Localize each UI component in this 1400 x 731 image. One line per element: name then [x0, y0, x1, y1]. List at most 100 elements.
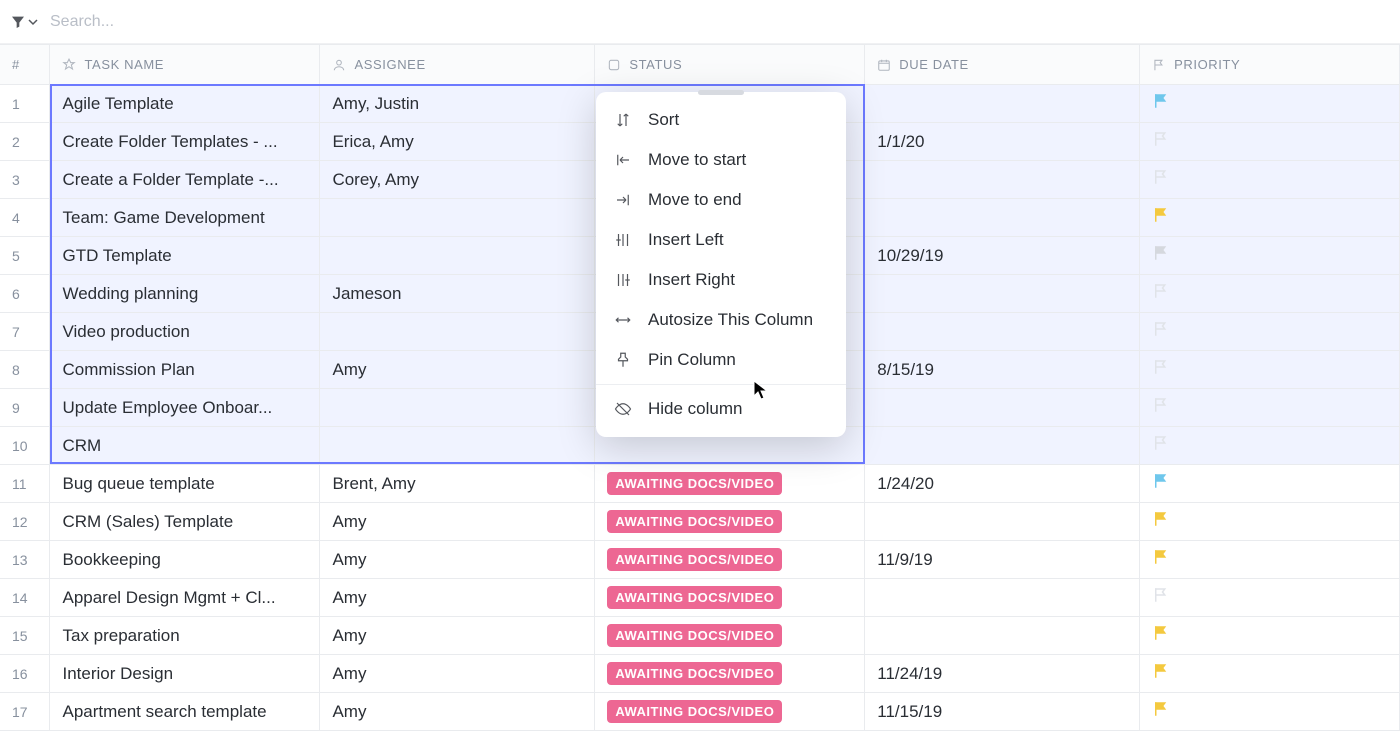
- cell-priority[interactable]: [1140, 275, 1400, 313]
- cell-due[interactable]: 11/24/19: [865, 655, 1140, 693]
- cell-due[interactable]: [865, 313, 1140, 351]
- menu-sort[interactable]: Sort: [596, 100, 846, 140]
- cell-due[interactable]: [865, 161, 1140, 199]
- cell-assignee[interactable]: [320, 313, 595, 351]
- header-assignee[interactable]: ASSIGNEE: [320, 45, 595, 85]
- cell-priority[interactable]: [1140, 541, 1400, 579]
- cell-task[interactable]: Agile Template: [50, 85, 320, 123]
- cell-task[interactable]: Apparel Design Mgmt + Cl...: [50, 579, 320, 617]
- table-row[interactable]: 11 Bug queue template Brent, Amy AWAITIN…: [0, 465, 1400, 503]
- priority-flag-icon[interactable]: [1152, 700, 1170, 718]
- cell-priority[interactable]: [1140, 123, 1400, 161]
- cell-priority[interactable]: [1140, 427, 1400, 465]
- cell-task[interactable]: Interior Design: [50, 655, 320, 693]
- cell-due[interactable]: 8/15/19: [865, 351, 1140, 389]
- cell-due[interactable]: 1/24/20: [865, 465, 1140, 503]
- table-row[interactable]: 14 Apparel Design Mgmt + Cl... Amy AWAIT…: [0, 579, 1400, 617]
- cell-task[interactable]: Commission Plan: [50, 351, 320, 389]
- table-row[interactable]: 13 Bookkeeping Amy AWAITING DOCS/VIDEO 1…: [0, 541, 1400, 579]
- cell-assignee[interactable]: Amy: [320, 655, 595, 693]
- cell-status[interactable]: AWAITING DOCS/VIDEO: [595, 579, 865, 617]
- cell-priority[interactable]: [1140, 579, 1400, 617]
- header-priority[interactable]: PRIORITY: [1140, 45, 1400, 85]
- cell-due[interactable]: 1/1/20: [865, 123, 1140, 161]
- cell-assignee[interactable]: Amy: [320, 617, 595, 655]
- cell-assignee[interactable]: Amy: [320, 579, 595, 617]
- cell-assignee[interactable]: Brent, Amy: [320, 465, 595, 503]
- menu-move-end[interactable]: Move to end: [596, 180, 846, 220]
- cell-priority[interactable]: [1140, 313, 1400, 351]
- cell-task[interactable]: Video production: [50, 313, 320, 351]
- menu-insert-right[interactable]: Insert Right: [596, 260, 846, 300]
- priority-flag-icon[interactable]: [1152, 320, 1170, 338]
- cell-task[interactable]: Tax preparation: [50, 617, 320, 655]
- filter-button[interactable]: [10, 14, 38, 30]
- cell-priority[interactable]: [1140, 161, 1400, 199]
- priority-flag-icon[interactable]: [1152, 510, 1170, 528]
- cell-status[interactable]: AWAITING DOCS/VIDEO: [595, 541, 865, 579]
- cell-due[interactable]: [865, 275, 1140, 313]
- header-status[interactable]: STATUS: [595, 45, 865, 85]
- cell-assignee[interactable]: Amy: [320, 503, 595, 541]
- table-row[interactable]: 15 Tax preparation Amy AWAITING DOCS/VID…: [0, 617, 1400, 655]
- cell-task[interactable]: Create Folder Templates - ...: [50, 123, 320, 161]
- cell-priority[interactable]: [1140, 617, 1400, 655]
- cell-priority[interactable]: [1140, 465, 1400, 503]
- cell-task[interactable]: Create a Folder Template -...: [50, 161, 320, 199]
- cell-assignee[interactable]: Amy: [320, 351, 595, 389]
- priority-flag-icon[interactable]: [1152, 244, 1170, 262]
- cell-assignee[interactable]: [320, 199, 595, 237]
- table-row[interactable]: 16 Interior Design Amy AWAITING DOCS/VID…: [0, 655, 1400, 693]
- cell-assignee[interactable]: Jameson: [320, 275, 595, 313]
- header-due[interactable]: DUE DATE: [865, 45, 1140, 85]
- menu-move-start[interactable]: Move to start: [596, 140, 846, 180]
- menu-autosize[interactable]: Autosize This Column: [596, 300, 846, 340]
- cell-due[interactable]: 10/29/19: [865, 237, 1140, 275]
- cell-assignee[interactable]: Amy: [320, 541, 595, 579]
- cell-due[interactable]: [865, 389, 1140, 427]
- cell-priority[interactable]: [1140, 655, 1400, 693]
- priority-flag-icon[interactable]: [1152, 358, 1170, 376]
- header-number[interactable]: #: [0, 45, 50, 85]
- menu-hide[interactable]: Hide column: [596, 389, 846, 429]
- priority-flag-icon[interactable]: [1152, 206, 1170, 224]
- cell-task[interactable]: Team: Game Development: [50, 199, 320, 237]
- priority-flag-icon[interactable]: [1152, 282, 1170, 300]
- cell-task[interactable]: CRM (Sales) Template: [50, 503, 320, 541]
- cell-task[interactable]: Bug queue template: [50, 465, 320, 503]
- cell-priority[interactable]: [1140, 85, 1400, 123]
- cell-priority[interactable]: [1140, 389, 1400, 427]
- cell-task[interactable]: Wedding planning: [50, 275, 320, 313]
- drag-handle[interactable]: [698, 90, 744, 95]
- cell-due[interactable]: [865, 503, 1140, 541]
- cell-status[interactable]: AWAITING DOCS/VIDEO: [595, 655, 865, 693]
- cell-status[interactable]: AWAITING DOCS/VIDEO: [595, 617, 865, 655]
- priority-flag-icon[interactable]: [1152, 624, 1170, 642]
- cell-assignee[interactable]: [320, 237, 595, 275]
- cell-due[interactable]: [865, 427, 1140, 465]
- cell-priority[interactable]: [1140, 503, 1400, 541]
- priority-flag-icon[interactable]: [1152, 472, 1170, 490]
- cell-due[interactable]: 11/9/19: [865, 541, 1140, 579]
- header-task[interactable]: TASK NAME: [50, 45, 320, 85]
- cell-task[interactable]: Update Employee Onboar...: [50, 389, 320, 427]
- cell-due[interactable]: [865, 617, 1140, 655]
- cell-priority[interactable]: [1140, 351, 1400, 389]
- priority-flag-icon[interactable]: [1152, 396, 1170, 414]
- search-input[interactable]: [50, 13, 1390, 31]
- cell-due[interactable]: [865, 85, 1140, 123]
- cell-due[interactable]: [865, 579, 1140, 617]
- menu-pin[interactable]: Pin Column: [596, 340, 846, 380]
- priority-flag-icon[interactable]: [1152, 130, 1170, 148]
- cell-priority[interactable]: [1140, 199, 1400, 237]
- cell-assignee[interactable]: Corey, Amy: [320, 161, 595, 199]
- priority-flag-icon[interactable]: [1152, 92, 1170, 110]
- cell-status[interactable]: AWAITING DOCS/VIDEO: [595, 503, 865, 541]
- priority-flag-icon[interactable]: [1152, 434, 1170, 452]
- cell-task[interactable]: GTD Template: [50, 237, 320, 275]
- table-row[interactable]: 12 CRM (Sales) Template Amy AWAITING DOC…: [0, 503, 1400, 541]
- priority-flag-icon[interactable]: [1152, 168, 1170, 186]
- cell-status[interactable]: AWAITING DOCS/VIDEO: [595, 465, 865, 503]
- menu-insert-left[interactable]: Insert Left: [596, 220, 846, 260]
- priority-flag-icon[interactable]: [1152, 586, 1170, 604]
